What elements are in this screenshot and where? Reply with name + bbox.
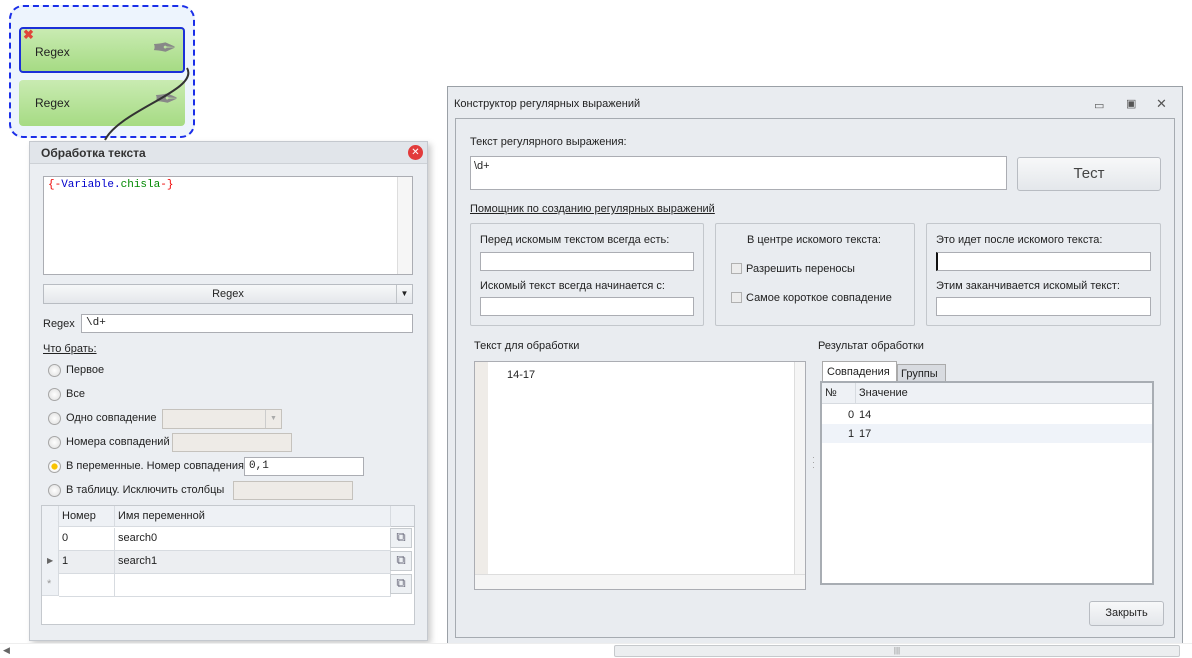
option-label: Одно совпадение (66, 412, 157, 424)
vertical-scrollbar[interactable] (794, 362, 805, 574)
chevron-down-icon: ▼ (396, 285, 412, 303)
before-input[interactable] (480, 252, 694, 271)
after-input[interactable] (936, 252, 1151, 271)
result-index: 1 (848, 428, 855, 440)
option-label: В переменные. Номер совпадения (66, 460, 244, 472)
ends-input[interactable] (936, 297, 1151, 316)
tab-matches[interactable]: Совпадения (822, 361, 897, 382)
helper-link[interactable]: Помощник по созданию регулярных выражени… (470, 203, 715, 215)
column-header[interactable]: Имя переменной (115, 506, 391, 527)
match-number-input[interactable]: 0,1 (244, 457, 364, 476)
table-cell[interactable]: 0 (59, 528, 115, 551)
variables-table: Номер Имя переменной 0 search0 ▶ 1 searc… (41, 505, 415, 625)
radio-first[interactable] (48, 364, 61, 377)
minimize-icon[interactable]: ▭ (1094, 99, 1104, 112)
input-text-area[interactable]: {-Variable.chisla-} (43, 176, 413, 275)
table-cell[interactable]: search0 (115, 528, 391, 551)
connector-line (104, 67, 190, 141)
close-button[interactable]: Закрыть (1089, 601, 1164, 626)
ends-label: Этим заканчивается искомый текст: (936, 280, 1120, 292)
option-label: В таблицу. Исключить столбцы (66, 484, 225, 496)
regex-text-label: Текст регулярного выражения: (470, 136, 627, 148)
copy-icon[interactable]: ⧉ (390, 574, 412, 594)
copy-icon[interactable]: ⧉ (390, 528, 412, 548)
radio-to-variables[interactable] (48, 460, 61, 473)
radio-match-numbers[interactable] (48, 436, 61, 449)
text-input-area[interactable]: 14-17 (474, 361, 806, 590)
close-icon[interactable]: ✕ (1156, 96, 1167, 112)
result-label: Результат обработки (818, 340, 924, 352)
splitter-handle[interactable]: · · · (812, 453, 815, 472)
option-label: Номера совпадений (66, 436, 170, 448)
text-label: Текст для обработки (474, 340, 580, 352)
scrollbar-thumb[interactable]: ||| (614, 645, 1180, 657)
column-header[interactable]: № (822, 383, 856, 404)
shortest-label: Самое короткое совпадение (746, 292, 892, 304)
page-horizontal-scrollbar[interactable]: ◀ ||| (0, 643, 1192, 658)
scrollbar[interactable] (397, 177, 412, 274)
results-grid: № Значение 0 14 1 17 (820, 381, 1154, 585)
radio-all[interactable] (48, 388, 61, 401)
match-numbers-input[interactable] (172, 433, 292, 452)
regex-text-input[interactable]: \d+ (470, 156, 1007, 190)
close-icon[interactable]: ✕ (408, 145, 423, 160)
window-title: Конструктор регулярных выражений (454, 98, 641, 110)
one-match-select[interactable]: ▼ (162, 409, 282, 429)
allow-wrap-checkbox[interactable] (731, 263, 742, 274)
maximize-icon[interactable]: ▣ (1126, 97, 1136, 110)
horizontal-scrollbar[interactable] (475, 574, 805, 589)
exclude-columns-input[interactable] (233, 481, 353, 500)
starts-label: Искомый текст всегда начинается с: (480, 280, 665, 292)
regex-label: Regex (43, 318, 75, 330)
table-cell[interactable]: 1 (59, 551, 115, 574)
result-value: 17 (859, 428, 872, 440)
option-label: Все (66, 388, 85, 400)
copy-icon[interactable]: ⧉ (390, 551, 412, 571)
panel-title: Обработка текста (41, 146, 146, 160)
text-value: 14-17 (507, 369, 536, 381)
row-pointer-icon: ▶ (47, 556, 54, 565)
radio-one-match[interactable] (48, 412, 61, 425)
regex-input[interactable]: \d+ (81, 314, 413, 333)
table-cell[interactable]: search1 (115, 551, 391, 574)
option-label: Первое (66, 364, 105, 376)
column-header[interactable]: Значение (856, 383, 1152, 404)
result-index: 0 (848, 409, 855, 421)
column-header[interactable]: Номер (59, 506, 115, 527)
tab-groups[interactable]: Группы (897, 364, 946, 382)
action-select[interactable]: Regex ▼ (43, 284, 413, 304)
chevron-down-icon: ▼ (265, 410, 281, 428)
after-label: Это идет после искомого текста: (936, 234, 1103, 246)
new-row-icon: * (47, 578, 52, 590)
radio-to-table[interactable] (48, 484, 61, 497)
what-to-take-label: Что брать: (43, 343, 97, 355)
allow-wrap-label: Разрешить переносы (746, 263, 855, 275)
result-value: 14 (859, 409, 872, 421)
test-button[interactable]: Тест (1017, 157, 1161, 191)
scroll-left-icon[interactable]: ◀ (3, 645, 10, 656)
before-label: Перед искомым текстом всегда есть: (480, 234, 670, 246)
center-label: В центре искомого текста: (747, 234, 881, 246)
starts-input[interactable] (480, 297, 694, 316)
shortest-checkbox[interactable] (731, 292, 742, 303)
